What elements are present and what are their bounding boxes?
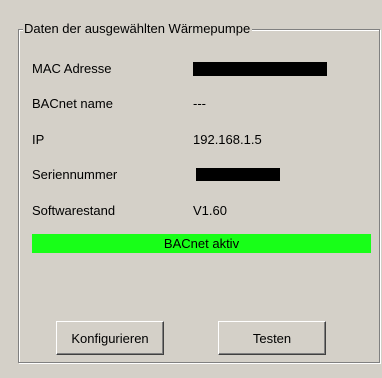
heat-pump-data-group	[18, 29, 380, 363]
configure-button[interactable]: Konfigurieren	[56, 321, 164, 355]
ip-label: IP	[32, 132, 45, 147]
test-button[interactable]: Testen	[218, 321, 326, 355]
serial-number-value-redacted	[196, 168, 280, 181]
software-version-value: V1.60	[193, 203, 227, 218]
bacnet-name-value: ---	[193, 96, 206, 111]
bacnet-name-label: BACnet name	[32, 96, 113, 111]
bacnet-status-bar: BACnet aktiv	[32, 234, 371, 253]
mac-address-value-redacted	[193, 62, 327, 76]
serial-number-label: Seriennummer	[32, 167, 118, 182]
group-title: Daten der ausgewählten Wärmepumpe	[23, 20, 253, 38]
software-version-label: Softwarestand	[32, 203, 116, 218]
ip-value: 192.168.1.5	[193, 132, 262, 147]
mac-address-label: MAC Adresse	[32, 61, 112, 76]
